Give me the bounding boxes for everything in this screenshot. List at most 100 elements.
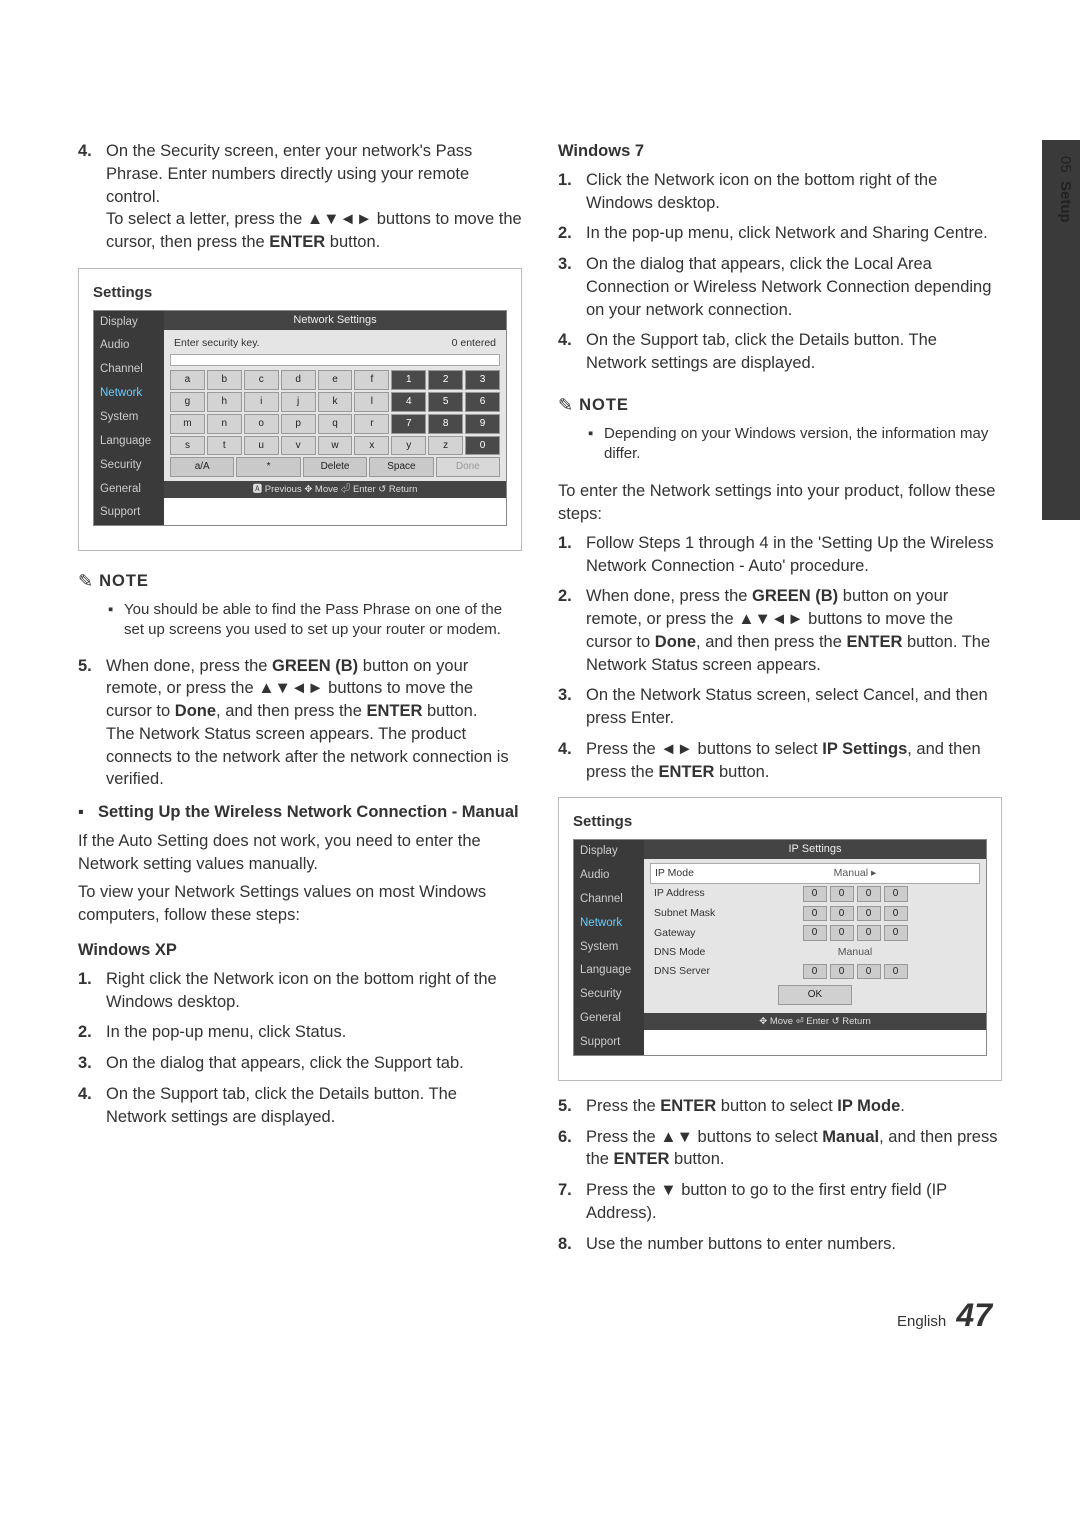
key-6[interactable]: 6 xyxy=(465,392,500,412)
key-v[interactable]: v xyxy=(281,436,316,456)
list-item: 1.Follow Steps 1 through 4 in the 'Setti… xyxy=(558,532,1002,578)
step-number: 2. xyxy=(78,1021,106,1044)
key-w[interactable]: w xyxy=(318,436,353,456)
sidebar-item-system[interactable]: System xyxy=(94,406,164,430)
sidebar-item-general[interactable]: General xyxy=(94,478,164,502)
octet[interactable]: 0 xyxy=(830,964,854,980)
step-body: Press the ◄► buttons to select IP Settin… xyxy=(586,738,1002,784)
octet[interactable]: 0 xyxy=(803,964,827,980)
octet[interactable]: 0 xyxy=(803,906,827,922)
key-t[interactable]: t xyxy=(207,436,242,456)
sidebar-item-support[interactable]: Support xyxy=(574,1031,644,1055)
key-d[interactable]: d xyxy=(281,370,316,390)
key-space[interactable]: Space xyxy=(369,457,433,477)
key-z[interactable]: z xyxy=(428,436,463,456)
step-number: 5. xyxy=(558,1095,586,1118)
page-footer: English 47 xyxy=(78,1297,1002,1334)
key-e[interactable]: e xyxy=(318,370,353,390)
octet[interactable]: 0 xyxy=(884,906,908,922)
sidebar-item-display[interactable]: Display xyxy=(574,840,644,864)
key-r[interactable]: r xyxy=(354,414,389,434)
key-a[interactable]: a xyxy=(170,370,205,390)
octet[interactable]: 0 xyxy=(830,925,854,941)
sidebar-item-network[interactable]: Network xyxy=(574,912,644,936)
ui-title: Settings xyxy=(573,812,987,833)
step-number: 2. xyxy=(558,222,586,245)
octet[interactable]: 0 xyxy=(884,925,908,941)
octet[interactable]: 0 xyxy=(803,925,827,941)
octet[interactable]: 0 xyxy=(803,886,827,902)
list-item: 3.On the Network Status screen, select C… xyxy=(558,684,1002,730)
key-c[interactable]: c xyxy=(244,370,279,390)
key-s[interactable]: s xyxy=(170,436,205,456)
chapter-number: 05 xyxy=(1057,156,1074,173)
key-0[interactable]: 0 xyxy=(465,436,500,456)
key-x[interactable]: x xyxy=(354,436,389,456)
list-item: 4.On the Support tab, click the Details … xyxy=(558,329,1002,375)
sidebar-item-language[interactable]: Language xyxy=(574,959,644,983)
sidebar-item-channel[interactable]: Channel xyxy=(94,358,164,382)
sidebar-item-display[interactable]: Display xyxy=(94,311,164,335)
key-5[interactable]: 5 xyxy=(428,392,463,412)
field-value[interactable]: Manual ▸ xyxy=(735,866,975,880)
sidebar-item-system[interactable]: System xyxy=(574,936,644,960)
key-y[interactable]: y xyxy=(391,436,426,456)
key-8[interactable]: 8 xyxy=(428,414,463,434)
sidebar-item-security[interactable]: Security xyxy=(574,983,644,1007)
octet-group[interactable]: 0000 xyxy=(734,925,976,941)
key-n[interactable]: n xyxy=(207,414,242,434)
octet[interactable]: 0 xyxy=(857,964,881,980)
octet[interactable]: 0 xyxy=(830,906,854,922)
sidebar-item-general[interactable]: General xyxy=(574,1007,644,1031)
onscreen-keyboard[interactable]: abcdef123 ghijkl456 mnopqr789 stuvwxyz0 xyxy=(170,370,500,455)
key-k[interactable]: k xyxy=(318,392,353,412)
octet-group[interactable]: 0000 xyxy=(734,906,976,922)
key-delete[interactable]: Delete xyxy=(303,457,367,477)
key-j[interactable]: j xyxy=(281,392,316,412)
octet[interactable]: 0 xyxy=(884,886,908,902)
key-2[interactable]: 2 xyxy=(428,370,463,390)
key-l[interactable]: l xyxy=(354,392,389,412)
key-p[interactable]: p xyxy=(281,414,316,434)
input-field[interactable] xyxy=(170,354,500,366)
windows-xp-heading: Windows XP xyxy=(78,939,522,962)
key-7[interactable]: 7 xyxy=(391,414,426,434)
octet-group[interactable]: 0000 xyxy=(734,886,976,902)
octet[interactable]: 0 xyxy=(884,964,908,980)
step-body: On the dialog that appears, click the Su… xyxy=(106,1052,522,1075)
octet[interactable]: 0 xyxy=(857,906,881,922)
sidebar-item-channel[interactable]: Channel xyxy=(574,888,644,912)
key-aa[interactable]: a/A xyxy=(170,457,234,477)
keyboard-controls[interactable]: a/A*DeleteSpaceDone xyxy=(170,457,500,477)
key-[interactable]: * xyxy=(236,457,300,477)
key-b[interactable]: b xyxy=(207,370,242,390)
step-body: On the Security screen, enter your netwo… xyxy=(106,140,522,254)
sidebar-item-audio[interactable]: Audio xyxy=(574,864,644,888)
key-g[interactable]: g xyxy=(170,392,205,412)
sidebar-item-language[interactable]: Language xyxy=(94,430,164,454)
key-q[interactable]: q xyxy=(318,414,353,434)
key-done[interactable]: Done xyxy=(436,457,500,477)
key-3[interactable]: 3 xyxy=(465,370,500,390)
windows-xp-steps: 1.Right click the Network icon on the bo… xyxy=(78,968,522,1129)
sidebar-item-audio[interactable]: Audio xyxy=(94,334,164,358)
footer-lang: English xyxy=(897,1313,946,1330)
key-m[interactable]: m xyxy=(170,414,205,434)
key-9[interactable]: 9 xyxy=(465,414,500,434)
octet[interactable]: 0 xyxy=(857,925,881,941)
octet-group[interactable]: 0000 xyxy=(734,964,976,980)
key-h[interactable]: h xyxy=(207,392,242,412)
sidebar-item-support[interactable]: Support xyxy=(94,501,164,525)
sidebar-item-network[interactable]: Network xyxy=(94,382,164,406)
key-u[interactable]: u xyxy=(244,436,279,456)
key-o[interactable]: o xyxy=(244,414,279,434)
key-4[interactable]: 4 xyxy=(391,392,426,412)
key-f[interactable]: f xyxy=(354,370,389,390)
note-label: NOTE xyxy=(579,394,629,417)
sidebar-item-security[interactable]: Security xyxy=(94,454,164,478)
key-i[interactable]: i xyxy=(244,392,279,412)
octet[interactable]: 0 xyxy=(857,886,881,902)
key-1[interactable]: 1 xyxy=(391,370,426,390)
ok-button[interactable]: OK xyxy=(778,985,852,1005)
octet[interactable]: 0 xyxy=(830,886,854,902)
